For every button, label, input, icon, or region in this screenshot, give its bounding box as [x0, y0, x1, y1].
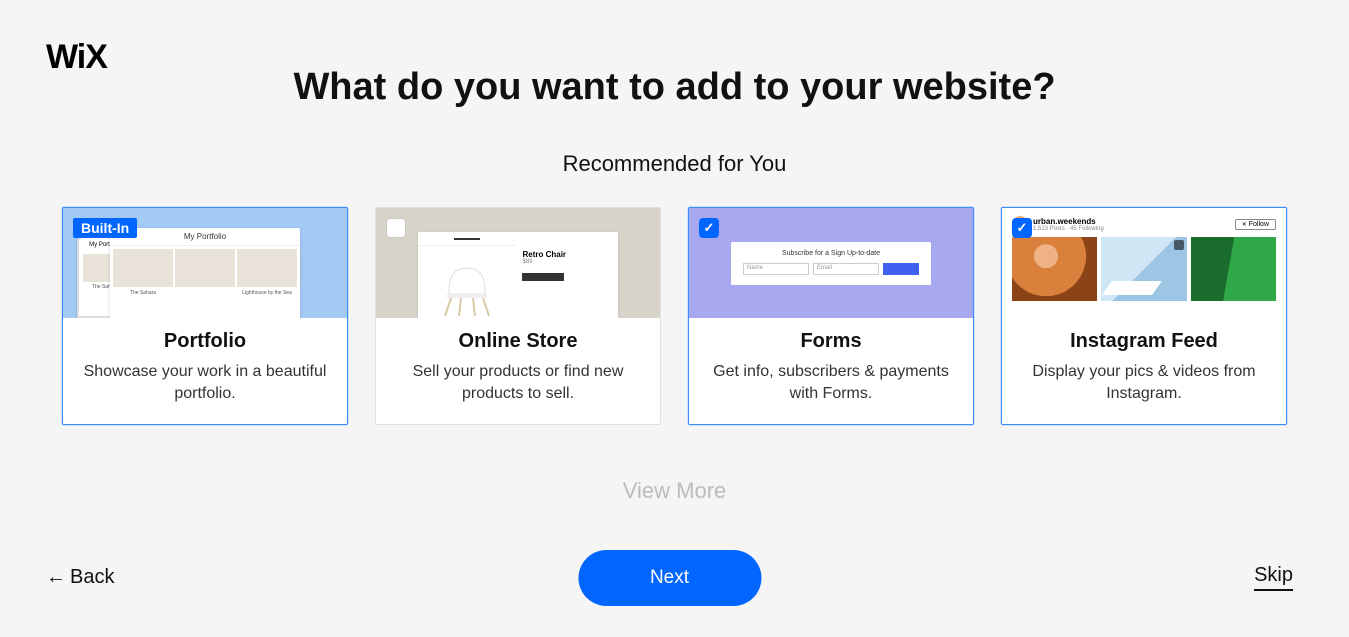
card-instagram-feed[interactable]: ✓ urban.weekends 1,513 Posts · 45 Follow… — [1001, 207, 1287, 425]
preview-ig-account: urban.weekends — [1033, 217, 1230, 226]
preview-ig-photo — [1191, 237, 1276, 301]
back-button[interactable]: ← Back — [46, 566, 114, 589]
card-instagram-checkbox[interactable]: ✓ — [1012, 218, 1032, 238]
preview-ig-follow-button: Follow — [1235, 219, 1276, 230]
arrow-left-icon: ← — [46, 566, 66, 589]
preview-form-field: Name — [743, 263, 809, 275]
preview-ig-meta: 1,513 Posts · 45 Following — [1033, 226, 1230, 232]
card-instagram-title: Instagram Feed — [1018, 330, 1270, 353]
wizard-footer: ← Back Next Skip — [46, 564, 1293, 591]
preview-ig-photo — [1012, 237, 1097, 301]
preview-site-title: My Portfolio — [110, 228, 300, 246]
preview-form-title: Subscribe for a Sign Up-to-date — [743, 250, 919, 257]
page-title: What do you want to add to your website? — [0, 66, 1349, 109]
card-instagram-preview: urban.weekends 1,513 Posts · 45 Followin… — [1002, 208, 1286, 318]
card-forms[interactable]: ✓ Subscribe for a Sign Up-to-date Name E… — [688, 207, 974, 425]
card-portfolio-desc: Showcase your work in a beautiful portfo… — [79, 361, 331, 406]
preview-ig-photo — [1101, 237, 1186, 301]
back-button-label: Back — [70, 566, 114, 589]
preview-product-title: Retro Chair — [522, 250, 612, 259]
card-online-store-checkbox[interactable] — [386, 218, 406, 238]
skip-button[interactable]: Skip — [1254, 564, 1293, 591]
card-forms-desc: Get info, subscribers & payments with Fo… — [705, 361, 957, 406]
card-forms-preview: Subscribe for a Sign Up-to-date Name Ema… — [689, 208, 973, 318]
card-portfolio-title: Portfolio — [79, 330, 331, 353]
feature-card-grid: Built-In My Portfolio The Sahara My Port… — [60, 207, 1289, 425]
preview-product-price: $89 — [522, 259, 612, 265]
card-online-store-desc: Sell your products or find new products … — [392, 361, 644, 406]
card-online-store[interactable]: Retro Chair $89 Online Store Sell your p… — [375, 207, 661, 425]
preview-form-submit — [883, 263, 919, 275]
card-online-store-title: Online Store — [392, 330, 644, 353]
card-instagram-desc: Display your pics & videos from Instagra… — [1018, 361, 1270, 406]
built-in-badge: Built-In — [73, 218, 137, 238]
view-more-link[interactable]: View More — [0, 478, 1349, 504]
card-portfolio[interactable]: Built-In My Portfolio The Sahara My Port… — [62, 207, 348, 425]
preview-form-field: Email — [813, 263, 879, 275]
recommended-label: Recommended for You — [0, 151, 1349, 177]
next-button[interactable]: Next — [578, 550, 761, 606]
card-forms-title: Forms — [705, 330, 957, 353]
card-online-store-preview: Retro Chair $89 — [376, 208, 660, 318]
card-forms-checkbox[interactable]: ✓ — [699, 218, 719, 238]
chair-icon — [437, 260, 497, 318]
